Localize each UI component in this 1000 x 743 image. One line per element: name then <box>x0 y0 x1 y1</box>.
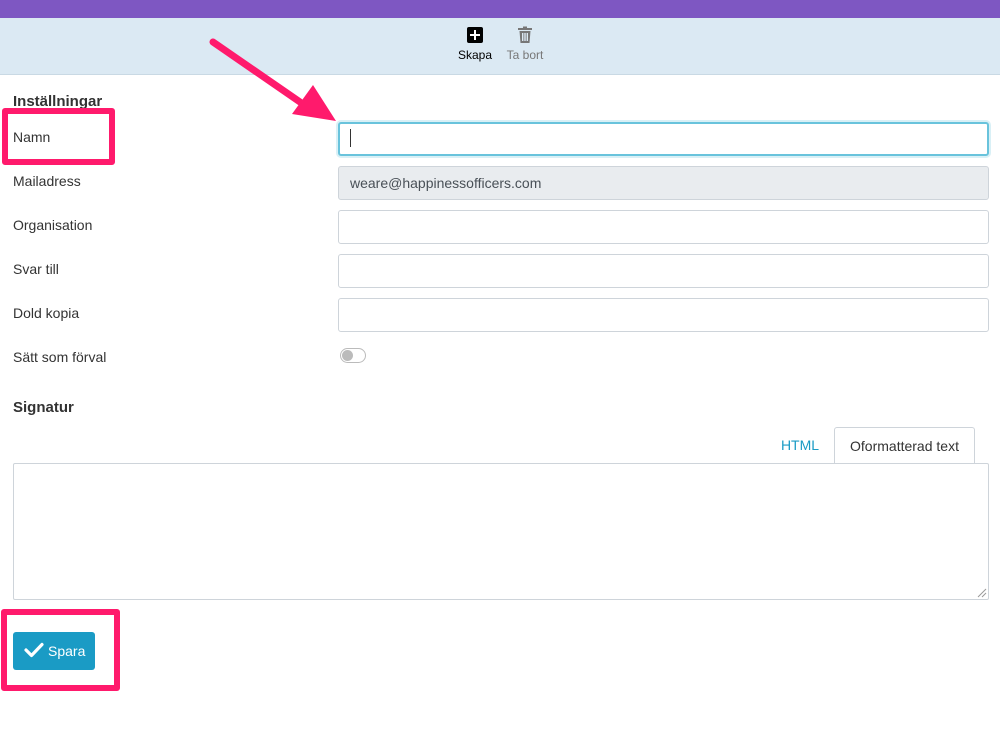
arrow-annotation <box>209 38 336 121</box>
